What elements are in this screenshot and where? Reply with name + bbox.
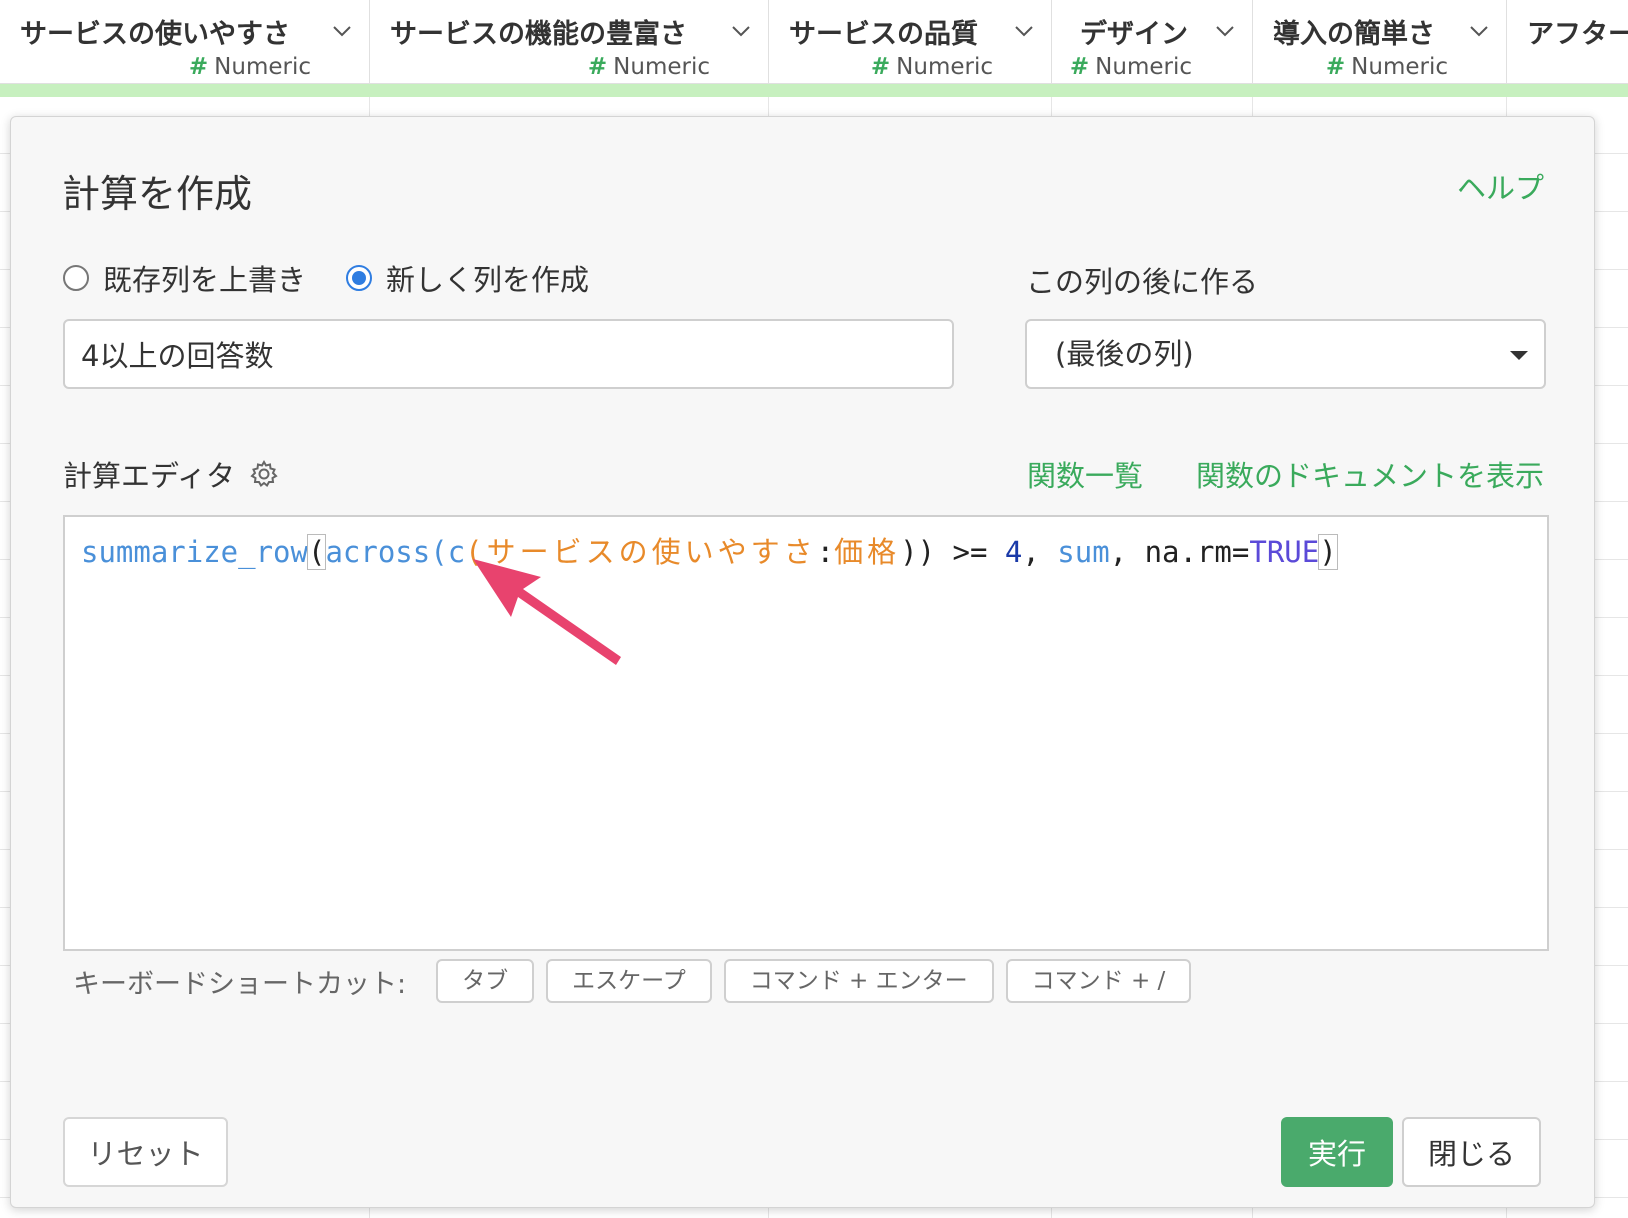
column-header[interactable]: 導入の簡単さ # Numeric xyxy=(1253,0,1507,84)
close-button[interactable]: 閉じる xyxy=(1402,1117,1541,1187)
column-name: サービスの機能の豊富さ xyxy=(390,19,687,50)
chevron-down-icon[interactable] xyxy=(331,20,353,42)
column-type: # Numeric xyxy=(870,54,993,80)
shortcut-label: キーボードショートカット: xyxy=(73,968,407,1000)
code-line: summarize_row(across(c(サービスの使いやすさ:価格)) >… xyxy=(81,529,1338,571)
insert-after-selected-value: (最後の列) xyxy=(1055,337,1194,371)
column-header[interactable]: デザイン # Numeric xyxy=(1052,0,1253,84)
code-token: 価格 xyxy=(834,535,901,569)
function-doc-link[interactable]: 関数のドキュメントを表示 xyxy=(1196,453,1544,495)
calculation-editor[interactable]: summarize_row(across(c(サービスの使いやすさ:価格)) >… xyxy=(63,515,1549,951)
radio-new-column-label[interactable]: 新しく列を作成 xyxy=(386,257,589,299)
editor-label: 計算エディタ xyxy=(63,453,279,495)
chevron-down-icon[interactable] xyxy=(1214,20,1236,42)
column-quality-bar xyxy=(0,84,1628,97)
column-name: サービスの使いやすさ xyxy=(20,19,290,50)
column-header[interactable]: サービスの使いやすさ # Numeric xyxy=(0,0,370,84)
code-token: across xyxy=(325,535,431,569)
column-name: アフター xyxy=(1527,19,1628,50)
column-header[interactable]: アフター xyxy=(1507,0,1628,84)
insert-after-label: この列の後に作る xyxy=(1026,265,1259,299)
radio-overwrite[interactable] xyxy=(63,265,89,291)
shortcut-key-cmd-slash: コマンド + / xyxy=(1005,959,1192,1003)
column-name-input[interactable] xyxy=(63,319,954,389)
code-token: , na.rm= xyxy=(1109,535,1250,569)
column-name: サービスの品質 xyxy=(789,19,978,50)
radio-new-column[interactable] xyxy=(346,265,373,291)
chevron-down-icon[interactable] xyxy=(1468,20,1490,42)
arrow-annotation xyxy=(473,559,621,665)
column-header[interactable]: サービスの機能の豊富さ # Numeric xyxy=(370,0,769,84)
column-type: # Numeric xyxy=(188,54,311,80)
code-token: TRUE xyxy=(1249,535,1320,569)
mode-radio-group: 既存列を上書き 新しく列を作成 xyxy=(63,257,629,299)
keyboard-shortcuts: キーボードショートカット: タブ エスケープ コマンド + エンター コマンド … xyxy=(73,959,1203,1003)
caret-down-icon xyxy=(1510,351,1528,360)
shortcut-key-tab: タブ xyxy=(436,959,535,1003)
column-type: # Numeric xyxy=(587,54,710,80)
code-token: ( xyxy=(430,535,448,569)
column-name: デザイン xyxy=(1080,19,1188,50)
code-token: 4 xyxy=(1004,535,1023,569)
code-token: sum xyxy=(1057,535,1110,569)
function-list-link[interactable]: 関数一覧 xyxy=(1027,453,1143,495)
code-token: summarize_row xyxy=(81,535,308,569)
code-token: ) xyxy=(1318,534,1338,570)
code-token: )) >= xyxy=(900,535,1005,569)
code-token: , xyxy=(1022,535,1058,569)
reset-button[interactable]: リセット xyxy=(63,1117,228,1187)
code-token: : xyxy=(816,535,835,569)
radio-overwrite-label[interactable]: 既存列を上書き xyxy=(103,257,306,299)
chevron-down-icon[interactable] xyxy=(730,20,752,42)
shortcut-key-escape: エスケープ xyxy=(546,959,712,1003)
column-type: # Numeric xyxy=(1325,54,1448,80)
code-token: ( xyxy=(306,534,327,570)
column-header-row: サービスの使いやすさ # Numeric サービスの機能の豊富さ # Numeric… xyxy=(0,0,1628,84)
help-link[interactable]: ヘルプ xyxy=(1457,165,1544,207)
run-button[interactable]: 実行 xyxy=(1281,1117,1393,1187)
dialog-title: 計算を作成 xyxy=(62,172,253,216)
gear-icon[interactable] xyxy=(249,459,279,489)
create-calculation-dialog: 計算を作成 ヘルプ 既存列を上書き 新しく列を作成 この列の後に作る (最後の列… xyxy=(10,116,1595,1208)
chevron-down-icon[interactable] xyxy=(1013,20,1035,42)
insert-after-select[interactable]: (最後の列) xyxy=(1025,319,1546,389)
column-header[interactable]: サービスの品質 # Numeric xyxy=(769,0,1052,84)
column-name: 導入の簡単さ xyxy=(1273,19,1435,50)
shortcut-key-cmd-enter: コマンド + エンター xyxy=(723,959,994,1003)
column-type: # Numeric xyxy=(1069,54,1192,80)
